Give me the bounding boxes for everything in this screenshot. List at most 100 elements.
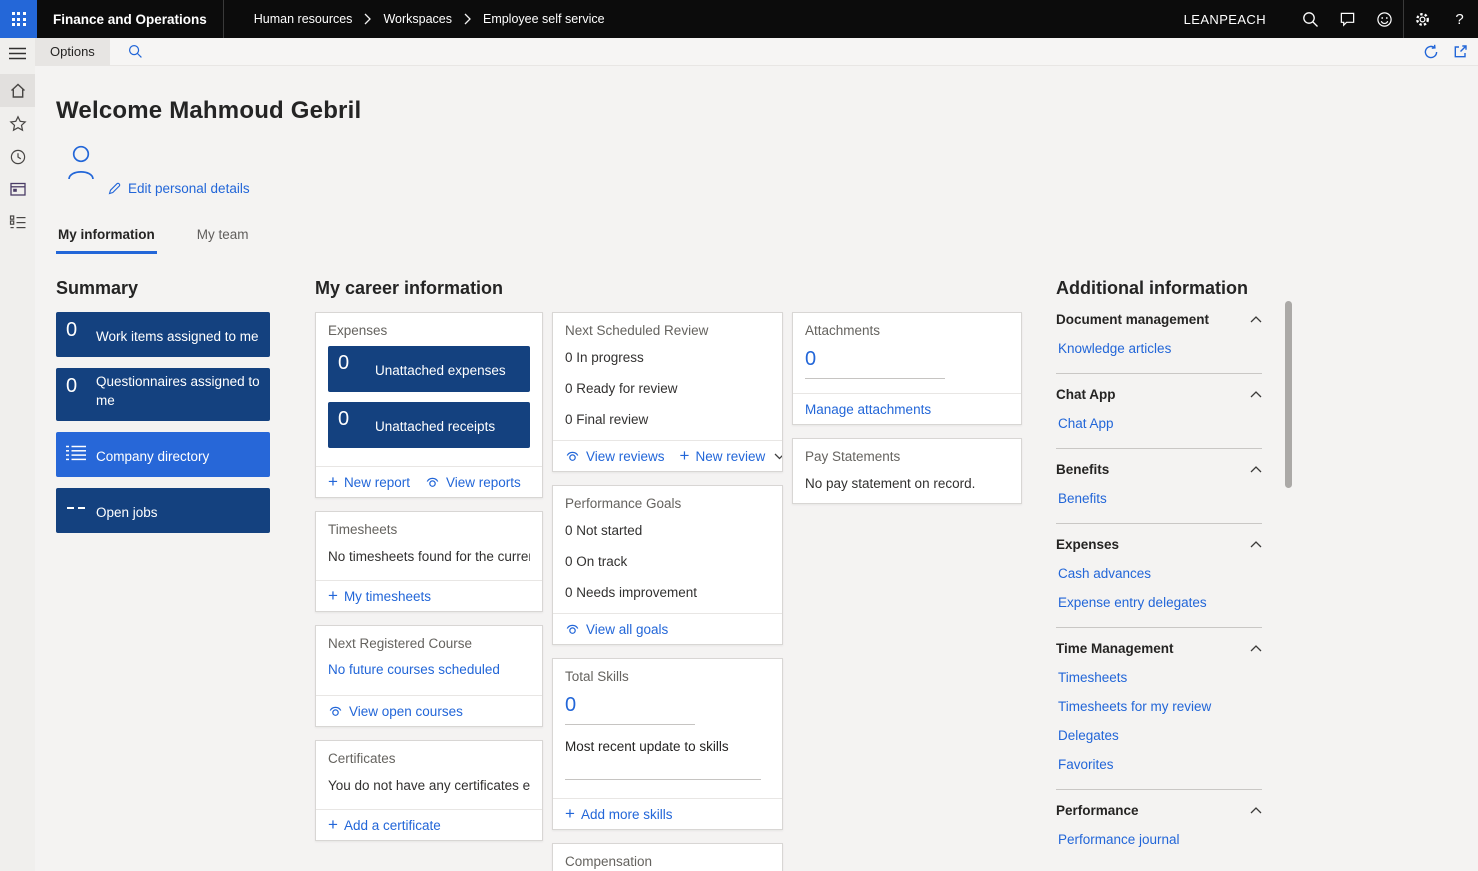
view-reports-link[interactable]: View reports bbox=[425, 475, 521, 490]
dashes-icon bbox=[66, 493, 96, 526]
card-title: Total Skills bbox=[565, 669, 770, 684]
my-timesheets-link[interactable]: + My timesheets bbox=[328, 589, 431, 604]
refresh-icon[interactable] bbox=[1423, 44, 1439, 60]
open-in-new-window-icon[interactable] bbox=[1453, 44, 1468, 59]
action-pane: Options bbox=[35, 38, 1478, 66]
link-expense-entry-delegates[interactable]: Expense entry delegates bbox=[1058, 595, 1207, 610]
compensation-card: Compensation Show bbox=[552, 843, 783, 871]
tile-work-items[interactable]: 0 Work items assigned to me bbox=[56, 312, 270, 357]
bulleted-list-icon bbox=[66, 437, 96, 470]
feedback-smiley-icon[interactable] bbox=[1366, 0, 1403, 38]
link-timesheets-for-my-review[interactable]: Timesheets for my review bbox=[1058, 699, 1211, 714]
pay-empty-text: No pay statement on record. bbox=[805, 472, 1009, 493]
add-more-skills-link[interactable]: + Add more skills bbox=[565, 807, 672, 822]
link-favorites[interactable]: Favorites bbox=[1058, 757, 1114, 772]
group-divider bbox=[1056, 373, 1262, 374]
card-title: Expenses bbox=[328, 323, 530, 338]
group-benefits[interactable]: Benefits bbox=[1056, 462, 1262, 477]
career-section: My career information Expenses 0 Unattac… bbox=[315, 278, 1021, 871]
action-center-icon[interactable] bbox=[1329, 0, 1366, 38]
group-divider bbox=[1056, 789, 1262, 790]
tab-my-information[interactable]: My information bbox=[56, 223, 157, 254]
plus-icon: + bbox=[328, 591, 338, 601]
app-title[interactable]: Finance and Operations bbox=[37, 12, 223, 27]
link-benefits[interactable]: Benefits bbox=[1058, 491, 1107, 506]
tile-questionnaires[interactable]: 0 Questionnaires assigned to me bbox=[56, 368, 270, 421]
link-chat-app[interactable]: Chat App bbox=[1058, 416, 1114, 431]
total-skills-count[interactable]: 0 bbox=[565, 692, 695, 725]
plus-icon: + bbox=[680, 451, 690, 461]
tile-unattached-expenses[interactable]: 0 Unattached expenses bbox=[328, 346, 530, 392]
review-in-progress: 0 In progress bbox=[565, 346, 770, 370]
next-scheduled-review-card: Next Scheduled Review 0 In progress 0 Re… bbox=[552, 312, 783, 472]
sidebar-item-favorites-star-icon[interactable] bbox=[0, 107, 35, 140]
group-performance[interactable]: Performance bbox=[1056, 803, 1262, 818]
settings-gear-icon[interactable] bbox=[1404, 0, 1441, 38]
link-delegates[interactable]: Delegates bbox=[1058, 728, 1119, 743]
tab-options[interactable]: Options bbox=[35, 38, 110, 66]
attachments-count[interactable]: 0 bbox=[805, 346, 945, 379]
chevron-up-icon bbox=[1250, 645, 1262, 652]
chevron-down-icon bbox=[774, 453, 782, 460]
no-future-courses-link[interactable]: No future courses scheduled bbox=[328, 662, 500, 677]
link-performance-journal[interactable]: Performance journal bbox=[1058, 832, 1180, 847]
group-expenses[interactable]: Expenses bbox=[1056, 537, 1262, 552]
goals-not-started: 0 Not started bbox=[565, 519, 770, 543]
view-reviews-link[interactable]: View reviews bbox=[565, 449, 665, 464]
recent-skills-value-field[interactable] bbox=[565, 754, 761, 780]
breadcrumb-module[interactable]: Human resources bbox=[254, 12, 353, 26]
edit-personal-details-link[interactable]: Edit personal details bbox=[108, 181, 250, 196]
new-report-link[interactable]: + New report bbox=[328, 475, 410, 490]
plus-icon: + bbox=[565, 809, 575, 819]
view-open-courses-link[interactable]: View open courses bbox=[328, 704, 463, 719]
group-chat-app[interactable]: Chat App bbox=[1056, 387, 1262, 402]
tile-unattached-receipts[interactable]: 0 Unattached receipts bbox=[328, 402, 530, 448]
pencil-icon bbox=[108, 182, 121, 195]
tile-company-directory[interactable]: Company directory bbox=[56, 432, 270, 477]
link-cash-advances[interactable]: Cash advances bbox=[1058, 566, 1151, 581]
chevron-up-icon bbox=[1250, 466, 1262, 473]
plus-icon: + bbox=[328, 820, 338, 830]
manage-attachments-link[interactable]: Manage attachments bbox=[805, 402, 931, 417]
chevron-right-icon bbox=[464, 13, 471, 25]
link-knowledge-articles[interactable]: Knowledge articles bbox=[1058, 341, 1171, 356]
help-icon[interactable]: ? bbox=[1441, 0, 1478, 38]
timesheets-empty-text: No timesheets found for the current peri… bbox=[328, 545, 530, 572]
waffle-grid-icon bbox=[12, 12, 26, 26]
group-time-management[interactable]: Time Management bbox=[1056, 641, 1262, 656]
scrollbar-thumb[interactable] bbox=[1285, 301, 1292, 488]
search-icon[interactable] bbox=[1292, 0, 1329, 38]
attachments-card: Attachments 0 Manage attachments bbox=[792, 312, 1022, 425]
group-divider bbox=[1056, 523, 1262, 524]
toolbar-search-icon[interactable] bbox=[128, 44, 143, 59]
additional-information-section: Additional information Document manageme… bbox=[1056, 278, 1296, 847]
view-all-goals-link[interactable]: View all goals bbox=[565, 622, 668, 637]
group-document-management[interactable]: Document management bbox=[1056, 312, 1262, 327]
company-picker[interactable]: LEANPEACH bbox=[1184, 12, 1266, 27]
navigation-rail bbox=[0, 38, 35, 871]
sidebar-item-workspaces-icon[interactable] bbox=[0, 173, 35, 206]
view-icon bbox=[565, 450, 580, 462]
tab-my-team[interactable]: My team bbox=[195, 223, 251, 254]
chevron-up-icon bbox=[1250, 316, 1262, 323]
add-certificate-link[interactable]: + Add a certificate bbox=[328, 818, 441, 833]
breadcrumb-page[interactable]: Employee self service bbox=[483, 12, 605, 26]
breadcrumb-area[interactable]: Workspaces bbox=[383, 12, 452, 26]
card-title: Certificates bbox=[328, 751, 530, 766]
hamburger-menu-icon[interactable] bbox=[0, 38, 35, 68]
card-title: Next Registered Course bbox=[328, 636, 530, 651]
sidebar-item-modules-icon[interactable] bbox=[0, 206, 35, 239]
sidebar-item-recent-clock-icon[interactable] bbox=[0, 140, 35, 173]
group-divider bbox=[1056, 448, 1262, 449]
new-review-link[interactable]: + New review bbox=[680, 449, 782, 464]
view-icon bbox=[425, 476, 440, 488]
link-timesheets[interactable]: Timesheets bbox=[1058, 670, 1127, 685]
app-launcher-icon[interactable] bbox=[0, 0, 37, 38]
card-title: Timesheets bbox=[328, 522, 530, 537]
sidebar-item-home[interactable] bbox=[0, 74, 35, 107]
view-icon bbox=[328, 705, 343, 717]
toolbar-right-controls bbox=[1423, 44, 1478, 60]
performance-goals-card: Performance Goals 0 Not started 0 On tra… bbox=[552, 485, 783, 645]
chevron-up-icon bbox=[1250, 807, 1262, 814]
tile-open-jobs[interactable]: Open jobs bbox=[56, 488, 270, 533]
